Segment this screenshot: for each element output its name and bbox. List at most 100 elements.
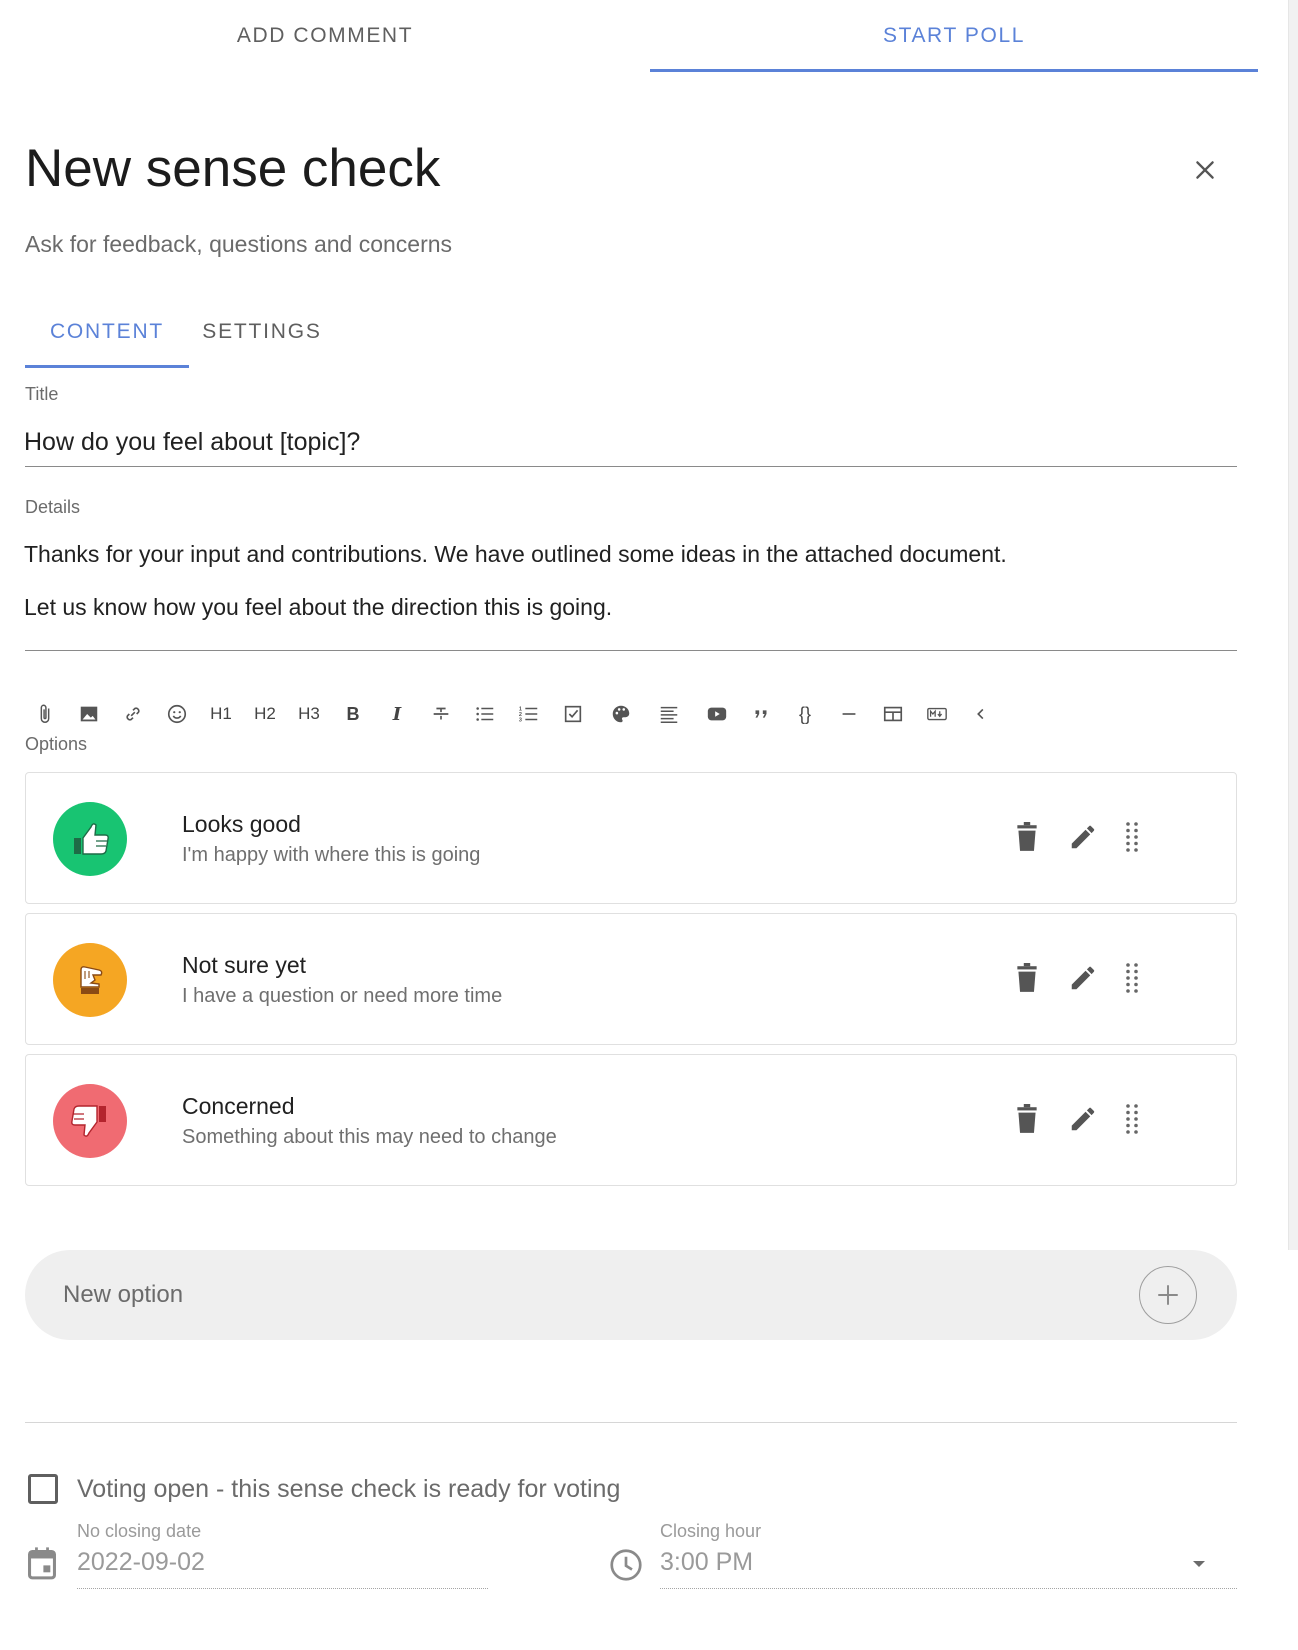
checklist-button[interactable] xyxy=(555,698,591,730)
tab-content[interactable]: CONTENT xyxy=(25,296,189,368)
option-name: Looks good xyxy=(182,811,301,837)
trash-icon xyxy=(1017,1104,1037,1133)
closing-date-underline xyxy=(77,1588,488,1589)
link-icon xyxy=(126,707,140,721)
strikethrough-button[interactable] xyxy=(423,698,459,730)
top-tabs: ADD COMMENT START POLL xyxy=(0,0,1258,72)
closing-date-label: No closing date xyxy=(77,1521,202,1541)
closing-hour-underline xyxy=(660,1588,1237,1589)
delete-option-button[interactable] xyxy=(1009,960,1045,996)
tab-start-poll[interactable]: START POLL xyxy=(650,0,1258,72)
edit-option-button[interactable] xyxy=(1065,960,1101,996)
drag-handle-icon xyxy=(1126,963,1138,993)
drag-handle-icon xyxy=(1126,822,1138,852)
section-divider xyxy=(25,1422,1237,1423)
new-option-input[interactable] xyxy=(63,1276,1063,1314)
option-name: Concerned xyxy=(182,1093,295,1119)
numbered-list-button[interactable]: 123 xyxy=(511,698,547,730)
scrollbar[interactable] xyxy=(1288,0,1298,1250)
tab-add-comment[interactable]: ADD COMMENT xyxy=(0,0,650,72)
h2-button[interactable]: H2 xyxy=(247,698,283,730)
markdown-icon xyxy=(927,707,947,721)
horizontal-rule-button[interactable] xyxy=(831,698,867,730)
voting-open-label[interactable]: Voting open - this sense check is ready … xyxy=(77,1475,620,1504)
voting-open-checkbox[interactable] xyxy=(28,1474,58,1504)
quote-button[interactable] xyxy=(743,698,779,730)
options-label: Options xyxy=(25,734,88,754)
pencil-icon xyxy=(1071,966,1095,990)
option-card: Concerned Something about this may need … xyxy=(25,1054,1237,1186)
edit-option-button[interactable] xyxy=(1065,819,1101,855)
tab-settings[interactable]: SETTINGS xyxy=(189,296,335,368)
plus-icon xyxy=(1158,1285,1178,1305)
trash-icon xyxy=(1017,963,1037,992)
drag-handle[interactable] xyxy=(1114,819,1150,855)
emoji-button[interactable] xyxy=(159,698,195,730)
palette-icon xyxy=(612,705,630,723)
closing-hour-label: Closing hour xyxy=(660,1521,762,1541)
page-subtitle: Ask for feedback, questions and concerns xyxy=(25,231,453,257)
close-button[interactable] xyxy=(1185,150,1225,190)
align-button[interactable] xyxy=(651,698,687,730)
markdown-button[interactable] xyxy=(919,698,955,730)
chevron-down-icon[interactable] xyxy=(1187,1552,1211,1581)
details-paragraph-2[interactable]: Let us know how you feel about the direc… xyxy=(24,594,612,621)
calendar-icon xyxy=(25,1546,59,1587)
strikethrough-icon xyxy=(433,707,449,720)
quote-icon xyxy=(755,710,767,718)
align-icon xyxy=(660,706,678,723)
thumbs-up-icon xyxy=(53,802,127,876)
image-button[interactable] xyxy=(71,698,107,730)
title-underline xyxy=(25,466,1237,467)
details-label: Details xyxy=(25,497,81,517)
checklist-icon xyxy=(564,705,582,723)
page-title: New sense check xyxy=(25,139,441,198)
italic-button[interactable]: I xyxy=(379,698,415,730)
image-icon xyxy=(80,706,98,722)
option-description: I have a question or need more time xyxy=(182,985,503,1007)
delete-option-button[interactable] xyxy=(1009,1101,1045,1137)
emoji-icon xyxy=(167,704,187,724)
add-option-button[interactable] xyxy=(1139,1266,1197,1324)
numbered-list-icon: 123 xyxy=(519,706,538,723)
voting-open-row: Voting open - this sense check is ready … xyxy=(28,1474,620,1504)
paperclip-icon xyxy=(40,704,50,723)
h1-button[interactable]: H1 xyxy=(203,698,239,730)
drag-handle[interactable] xyxy=(1114,960,1150,996)
pencil-icon xyxy=(1071,1107,1095,1131)
color-button[interactable] xyxy=(603,698,639,730)
delete-option-button[interactable] xyxy=(1009,819,1045,855)
attach-button[interactable] xyxy=(27,698,63,730)
details-underline xyxy=(25,650,1237,651)
details-paragraph-1[interactable]: Thanks for your input and contributions.… xyxy=(24,541,1007,568)
h3-button[interactable]: H3 xyxy=(291,698,327,730)
chevron-left-icon xyxy=(977,708,984,720)
bold-button[interactable]: B xyxy=(335,698,371,730)
option-description: Something about this may need to change xyxy=(182,1126,557,1148)
bullet-list-button[interactable] xyxy=(467,698,503,730)
option-card: Looks good I'm happy with where this is … xyxy=(25,772,1237,904)
code-button[interactable]: {} xyxy=(787,698,823,730)
option-name: Not sure yet xyxy=(182,952,306,978)
edit-option-button[interactable] xyxy=(1065,1101,1101,1137)
clock-icon xyxy=(608,1547,644,1588)
table-icon xyxy=(883,706,903,722)
thumbs-sideways-icon xyxy=(53,943,127,1017)
option-description: I'm happy with where this is going xyxy=(182,844,481,866)
drag-handle[interactable] xyxy=(1114,1101,1150,1137)
horizontal-rule-icon xyxy=(842,713,856,715)
new-option-field xyxy=(25,1250,1237,1340)
title-input[interactable] xyxy=(24,428,1236,457)
option-card: Not sure yet I have a question or need m… xyxy=(25,913,1237,1045)
svg-text:3: 3 xyxy=(519,717,522,723)
closing-hour-select[interactable]: 3:00 PM xyxy=(660,1548,753,1577)
collapse-toolbar-button[interactable] xyxy=(963,698,999,730)
link-button[interactable] xyxy=(115,698,151,730)
bullet-list-icon xyxy=(476,707,494,721)
pencil-icon xyxy=(1071,825,1095,849)
table-button[interactable] xyxy=(875,698,911,730)
youtube-icon xyxy=(707,707,727,721)
trash-icon xyxy=(1017,822,1037,851)
video-button[interactable] xyxy=(699,698,735,730)
closing-date-input[interactable]: 2022-09-02 xyxy=(77,1548,205,1577)
